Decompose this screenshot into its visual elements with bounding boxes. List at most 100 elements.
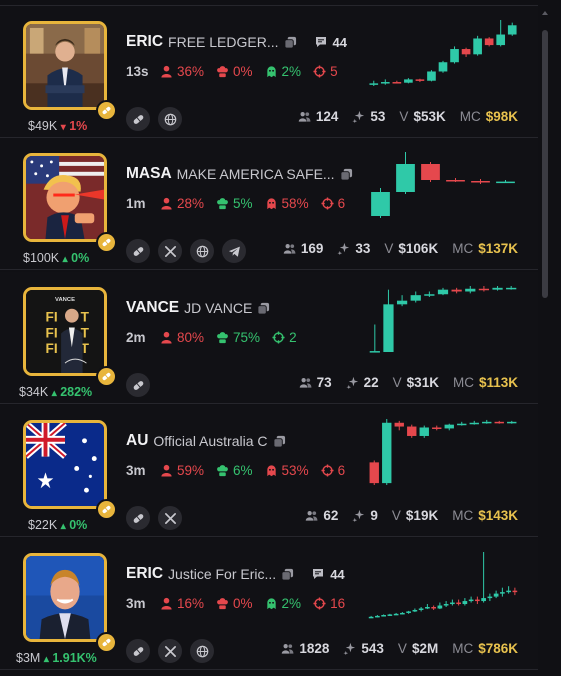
- avatar-market-cap-value: $3M: [16, 651, 41, 665]
- candle-body: [506, 590, 511, 593]
- price-change: 1.91K%: [52, 651, 97, 665]
- token-name[interactable]: FREE LEDGER...: [168, 34, 278, 50]
- chat-icon[interactable]: [314, 35, 328, 49]
- pill-link-button[interactable]: [126, 373, 150, 397]
- candle-body: [438, 62, 448, 72]
- user-icon: [160, 331, 173, 344]
- copy-icon[interactable]: [257, 302, 270, 315]
- pump-pill-icon: [96, 632, 117, 653]
- token-ticker[interactable]: ERIC: [126, 565, 163, 583]
- token-ticker[interactable]: MASA: [126, 165, 172, 183]
- dev-holding-value: 6%: [233, 462, 253, 478]
- price-chart: [368, 552, 518, 619]
- globe-link-button[interactable]: [158, 107, 182, 131]
- pump-pill-icon: [96, 366, 117, 387]
- top-holders-stat: 16%: [160, 596, 204, 611]
- x-link-button[interactable]: [158, 239, 182, 263]
- top-holders-stat: 80%: [160, 330, 204, 345]
- candle-body: [394, 422, 404, 427]
- arrow-up-icon: ▴: [60, 521, 66, 532]
- snipers-value: 2%: [281, 595, 302, 611]
- x-link-button[interactable]: [158, 506, 182, 530]
- pill-link-button[interactable]: [126, 239, 150, 263]
- token-ticker[interactable]: VANCE: [126, 299, 179, 317]
- avatar-market-cap-value: $22K: [28, 518, 58, 532]
- holders-metric: 1828: [281, 641, 329, 656]
- market-cap-metric: MC $113K: [453, 375, 518, 390]
- candle-body: [412, 609, 418, 612]
- scroll-up-arrow-icon[interactable]: [540, 8, 550, 18]
- token-row[interactable]: $22K ▴ 0% AU Official Australia C 3m 59% 6% 53…: [0, 405, 538, 537]
- target-stat: 5: [313, 64, 338, 79]
- ghost-icon: [265, 597, 278, 610]
- chat-icon[interactable]: [311, 567, 325, 581]
- candle-body: [393, 613, 399, 616]
- txns-metric: 53: [352, 109, 385, 124]
- scrollbar-thumb[interactable]: [542, 30, 548, 298]
- token-metrics: 169 33 V $106K MC $137K: [283, 241, 518, 256]
- holders-value: 124: [315, 109, 339, 124]
- globe-link-button[interactable]: [190, 239, 214, 263]
- pill-link-button[interactable]: [126, 639, 150, 663]
- candle-body: [369, 351, 380, 353]
- x-link-button[interactable]: [158, 639, 182, 663]
- candle-body: [500, 592, 505, 594]
- token-row[interactable]: $100K ▴ 0% MASA MAKE AMERICA SAFE... 1m 28% 5…: [0, 138, 538, 270]
- copy-icon[interactable]: [272, 435, 286, 448]
- token-name[interactable]: Justice For Eric...: [168, 566, 276, 582]
- token-name[interactable]: JD VANCE: [184, 300, 252, 316]
- price-chart: [369, 419, 517, 485]
- globe-link-button[interactable]: [190, 639, 214, 663]
- candle-body: [427, 71, 436, 81]
- copy-icon[interactable]: [281, 568, 294, 581]
- token-avatar[interactable]: [23, 553, 107, 642]
- copy-icon[interactable]: [283, 36, 297, 49]
- price-change: 0%: [71, 251, 90, 265]
- token-ticker[interactable]: ERIC: [126, 33, 163, 51]
- candle-body: [461, 49, 471, 55]
- volume-value: $31K: [406, 375, 439, 390]
- volume-label: V: [391, 508, 401, 523]
- token-age: 1m: [126, 195, 146, 211]
- candle-body: [494, 421, 504, 424]
- txns-metric: 33: [337, 241, 370, 256]
- copy-icon[interactable]: [340, 168, 353, 181]
- holders-metric: 62: [305, 508, 338, 523]
- token-row[interactable]: $49K ▾ 1% ERIC FREE LEDGER... 44 13s 36% 0% 2% 5…: [0, 5, 538, 138]
- token-ticker[interactable]: AU: [126, 432, 148, 450]
- token-row[interactable]: VANCE FI FI FI T T T $34K ▴ 282% VANCE JD VANCE 2m…: [0, 272, 538, 404]
- avatar-market-cap: $100K ▴ 0%: [23, 251, 89, 265]
- token-avatar[interactable]: VANCE FI FI FI T T T: [23, 287, 107, 376]
- candle-body: [400, 612, 405, 615]
- sparkle-icon: [346, 376, 359, 389]
- volume-metric: V $31K: [393, 375, 439, 390]
- social-links: [126, 639, 214, 663]
- holders-icon: [299, 376, 312, 389]
- token-avatar[interactable]: [23, 21, 107, 110]
- txns-metric: 22: [346, 375, 379, 390]
- token-name[interactable]: Official Australia C: [153, 433, 267, 449]
- token-name[interactable]: MAKE AMERICA SAFE...: [177, 166, 335, 182]
- candle-body: [512, 590, 518, 593]
- market-cap-label: MC: [452, 508, 474, 523]
- x-icon: [164, 512, 177, 525]
- dev-holding-value: 0%: [233, 63, 253, 79]
- market-cap-value: $113K: [478, 375, 518, 390]
- price-chart: [369, 20, 517, 86]
- candle-body: [431, 607, 436, 609]
- holders-value: 62: [323, 508, 339, 523]
- holders-metric: 124: [298, 109, 339, 124]
- candle-body: [419, 427, 429, 436]
- token-avatar[interactable]: [23, 153, 107, 242]
- token-avatar[interactable]: [23, 420, 107, 509]
- candle-body: [410, 295, 421, 301]
- volume-metric: V $19K: [392, 508, 438, 523]
- market-cap-metric: MC $143K: [452, 508, 518, 523]
- candle-body: [404, 79, 413, 83]
- telegram-link-button[interactable]: [222, 239, 246, 263]
- pill-link-button[interactable]: [126, 107, 150, 131]
- arrow-up-icon: ▴: [62, 254, 68, 265]
- arrow-up-icon: ▴: [43, 654, 49, 665]
- token-row[interactable]: $3M ▴ 1.91K% ERIC Justice For Eric... 44 3m 1…: [0, 538, 538, 670]
- pill-link-button[interactable]: [126, 506, 150, 530]
